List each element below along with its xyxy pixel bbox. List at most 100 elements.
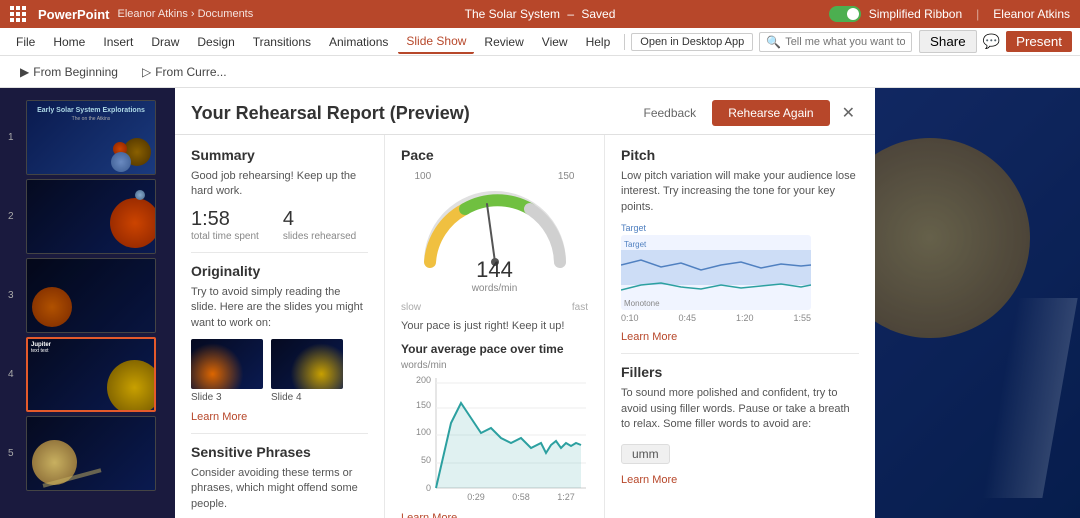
menu-search-box[interactable]: 🔍 [759, 32, 912, 52]
slide-thumb-5[interactable]: 5 [8, 416, 167, 491]
menu-transitions[interactable]: Transitions [245, 31, 319, 53]
pitch-chart: Target Target [621, 223, 859, 323]
sensitive-phrases-section: Sensitive Phrases Consider avoiding thes… [191, 444, 368, 512]
originality-learn-more[interactable]: Learn More [191, 411, 368, 423]
play-current-icon: ▷ [142, 65, 151, 79]
pace-learn-more[interactable]: Learn More [401, 512, 588, 518]
slide-preview-1[interactable]: Early Solar System Explorations The on t… [26, 100, 156, 175]
summary-section: Summary Good job rehearsing! Keep up the… [191, 147, 368, 242]
originality-text: Try to avoid simply reading the slide. H… [191, 285, 368, 331]
originality-slides: Slide 3 Slide 4 [191, 339, 368, 403]
orig-slide-4-label: Slide 4 [271, 392, 343, 403]
filler-words: umm [621, 440, 859, 468]
pitch-learn-more[interactable]: Learn More [621, 331, 859, 343]
document-title: The Solar System [465, 7, 560, 21]
report-content: Summary Good job rehearsing! Keep up the… [175, 135, 875, 518]
gauge-label-100: 100 [415, 171, 432, 182]
time-value: 1:58 [191, 208, 259, 231]
menu-design[interactable]: Design [189, 31, 242, 53]
menu-insert[interactable]: Insert [95, 31, 141, 53]
menu-file[interactable]: File [8, 31, 43, 53]
breadcrumb: Eleanor Atkins › Documents [118, 8, 254, 20]
slides-label: slides rehearsed [283, 231, 356, 242]
pace-value: 144 [476, 257, 513, 283]
menu-home[interactable]: Home [45, 31, 93, 53]
report-col-2: Pace 100 150 [385, 135, 605, 518]
report-panel: Your Rehearsal Report (Preview) Feedback… [175, 88, 875, 518]
report-col-1: Summary Good job rehearsing! Keep up the… [175, 135, 385, 518]
fillers-title: Fillers [621, 364, 859, 380]
originality-section: Originality Try to avoid simply reading … [191, 263, 368, 423]
report-col-3: Pitch Low pitch variation will make your… [605, 135, 875, 518]
open-desktop-button[interactable]: Open in Desktop App [631, 33, 753, 51]
orig-slide-4-img [271, 339, 343, 389]
from-current-button[interactable]: ▷ From Curre... [134, 61, 235, 83]
close-button[interactable]: ✕ [838, 103, 859, 123]
fillers-text: To sound more polished and confident, tr… [621, 386, 859, 432]
user-name: Eleanor Atkins [993, 7, 1070, 21]
svg-text:150: 150 [416, 400, 431, 410]
summary-title: Summary [191, 147, 368, 163]
report-header-actions: Feedback Rehearse Again ✕ [635, 100, 859, 126]
menu-draw[interactable]: Draw [143, 31, 187, 53]
report-header: Your Rehearsal Report (Preview) Feedback… [175, 88, 875, 135]
svg-text:0:29: 0:29 [467, 492, 485, 502]
content-area: Your Rehearsal Report (Preview) Feedback… [175, 88, 1080, 518]
report-modal: Your Rehearsal Report (Preview) Feedback… [175, 88, 1080, 518]
gauge-labels: 100 150 [415, 171, 575, 182]
slide-thumb-3[interactable]: 3 [8, 258, 167, 333]
svg-text:0: 0 [426, 483, 431, 493]
from-beginning-button[interactable]: ▶ From Beginning [12, 61, 126, 83]
pitch-x-1: 0:45 [678, 313, 696, 323]
menu-slideshow[interactable]: Slide Show [398, 30, 474, 54]
search-input[interactable] [785, 36, 905, 48]
svg-text:1:27: 1:27 [557, 492, 575, 502]
fillers-section: Fillers To sound more polished and confi… [621, 364, 859, 486]
rehearse-again-button[interactable]: Rehearse Again [712, 100, 829, 126]
title-bar-right: Simplified Ribbon | Eleanor Atkins [829, 6, 1070, 22]
menu-help[interactable]: Help [578, 31, 619, 53]
originality-title: Originality [191, 263, 368, 279]
comments-icon[interactable]: 💬 [979, 33, 1004, 50]
svg-text:Target: Target [624, 240, 647, 249]
slide-preview-4[interactable]: Jupiter text text [26, 337, 156, 412]
pace-y-label: words/min [401, 360, 588, 371]
slide-num-4: 4 [8, 369, 20, 380]
time-label: total time spent [191, 231, 259, 242]
slide-thumb-4[interactable]: 4 Jupiter text text [8, 337, 167, 412]
menu-review[interactable]: Review [476, 31, 531, 53]
simplified-ribbon-label: Simplified Ribbon [869, 7, 962, 21]
app-grid-icon[interactable] [10, 6, 26, 22]
svg-text:0:58: 0:58 [512, 492, 530, 502]
pitch-target-label: Target [621, 223, 646, 233]
slide-num-5: 5 [8, 448, 20, 459]
orig-slide-3-img [191, 339, 263, 389]
simplified-ribbon-toggle[interactable] [829, 6, 861, 22]
fillers-learn-more[interactable]: Learn More [621, 474, 859, 486]
document-title-area: The Solar System – Saved [465, 7, 616, 21]
pace-slow-label: slow [401, 302, 421, 313]
pace-gauge: 100 150 [401, 171, 588, 294]
pitch-svg: Target Monotone [621, 235, 811, 310]
pitch-section: Pitch Low pitch variation will make your… [621, 147, 859, 343]
share-button[interactable]: Share [919, 30, 977, 53]
slide-preview-3[interactable] [26, 258, 156, 333]
present-button[interactable]: Present [1006, 31, 1072, 52]
pitch-x-3: 1:55 [793, 313, 811, 323]
menu-view[interactable]: View [534, 31, 576, 53]
svg-text:50: 50 [421, 455, 431, 465]
pitch-x-labels: 0:10 0:45 1:20 1:55 [621, 313, 811, 323]
slide-thumb-2[interactable]: 2 [8, 179, 167, 254]
report-title: Your Rehearsal Report (Preview) [191, 103, 470, 124]
slides-value: 4 [283, 208, 356, 231]
orig-slide-3: Slide 3 [191, 339, 263, 403]
sidebar: 1 Early Solar System Explorations The on… [0, 88, 175, 518]
slide-preview-5[interactable] [26, 416, 156, 491]
feedback-button[interactable]: Feedback [635, 102, 704, 124]
slide-num-1: 1 [8, 132, 20, 143]
menu-animations[interactable]: Animations [321, 31, 396, 53]
time-stat: 1:58 total time spent [191, 208, 259, 242]
slide-thumb-1[interactable]: 1 Early Solar System Explorations The on… [8, 100, 167, 175]
pace-chart-title: Your average pace over time [401, 342, 588, 356]
slide-preview-2[interactable] [26, 179, 156, 254]
